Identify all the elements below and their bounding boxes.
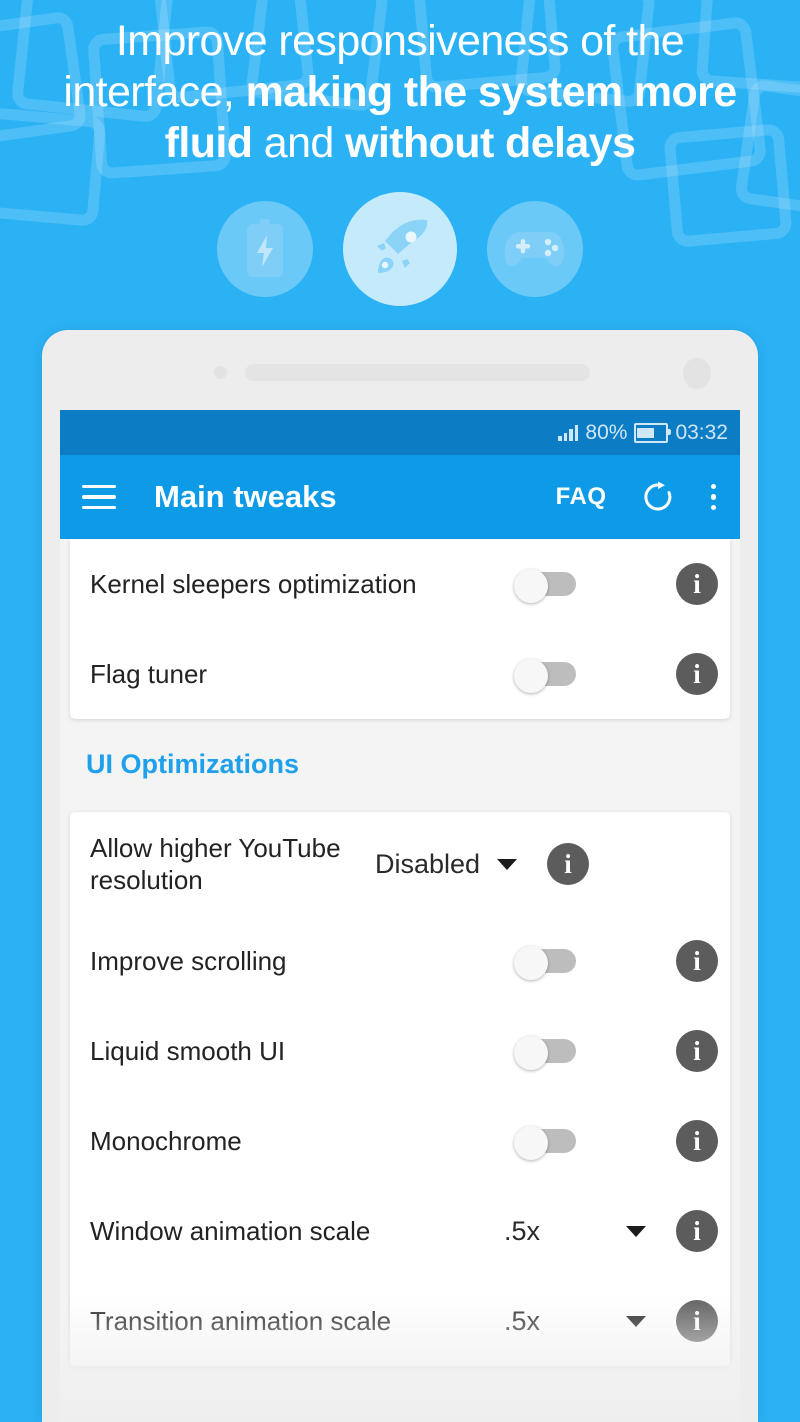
info-button[interactable]: i [547, 843, 589, 885]
info-button[interactable]: i [676, 653, 718, 695]
battery-icon [634, 422, 672, 443]
row-label: Monochrome [90, 1126, 242, 1156]
table-row[interactable]: Kernel sleepers optimization i [70, 539, 730, 629]
toggle-monochrome[interactable] [514, 1126, 576, 1160]
toggle-kernel-sleepers-optimization[interactable] [514, 569, 576, 603]
dropdown-value-youtube-resolution[interactable]: Disabled [375, 849, 480, 880]
sensor-dot-icon [214, 366, 227, 379]
row-label: Window animation scale [90, 1216, 371, 1246]
page-title: Main tweaks [154, 479, 337, 514]
chevron-down-icon[interactable] [626, 1315, 646, 1327]
table-row[interactable]: Flag tuner i [70, 629, 730, 719]
info-button[interactable]: i [676, 1120, 718, 1162]
row-control: .5x [504, 1216, 658, 1247]
feature-badges [0, 192, 800, 306]
signal-bars-icon [558, 424, 579, 441]
front-camera-icon [683, 358, 711, 389]
rocket-icon [367, 216, 433, 282]
row-label: Flag tuner [90, 659, 208, 689]
faq-button[interactable]: FAQ [556, 483, 607, 511]
android-status-bar: 80% 03:32 [60, 410, 740, 455]
hamburger-menu-icon[interactable] [82, 484, 116, 510]
section-title-ui-optimizations: UI Optimizations [86, 749, 300, 779]
table-row[interactable]: Window animation scale .5x i [70, 1186, 730, 1276]
info-button[interactable]: i [676, 1030, 718, 1072]
toggle-flag-tuner[interactable] [514, 659, 576, 693]
earpiece-speaker [245, 364, 590, 381]
headline-line-2: interface, making the system more [63, 68, 737, 116]
battery-icon [243, 219, 287, 279]
more-vertical-icon[interactable] [705, 482, 723, 513]
badge-gamepad [487, 201, 583, 297]
row-control [508, 1126, 658, 1160]
row-control [508, 1036, 658, 1070]
dropdown-value-window-animation-scale[interactable]: .5x [504, 1216, 540, 1247]
refresh-icon[interactable] [641, 480, 675, 514]
phone-screen: 80% 03:32 Main tweaks FAQ Kernel sleeper… [60, 410, 740, 1422]
headline-line-1: Improve responsiveness of the [115, 17, 685, 65]
app-toolbar: Main tweaks FAQ [60, 455, 740, 539]
toggle-improve-scrolling[interactable] [514, 946, 576, 980]
clock-label: 03:32 [675, 420, 728, 444]
phone-mockup: 80% 03:32 Main tweaks FAQ Kernel sleeper… [42, 330, 758, 1422]
row-label: Improve scrolling [90, 946, 287, 976]
info-button[interactable]: i [676, 563, 718, 605]
battery-percent-label: 80% [585, 420, 628, 444]
row-label: Kernel sleepers optimization [90, 569, 417, 599]
row-control: .5x [504, 1306, 658, 1337]
toggle-liquid-smooth-ui[interactable] [514, 1036, 576, 1070]
table-row[interactable]: Liquid smooth UI i [70, 1006, 730, 1096]
row-label: Liquid smooth UI [90, 1036, 286, 1066]
dropdown-value-transition-animation-scale[interactable]: .5x [504, 1306, 540, 1337]
chevron-down-icon[interactable] [626, 1225, 646, 1237]
info-button[interactable]: i [676, 1210, 718, 1252]
ui-optimizations-card: Allow higher YouTube resolution Disabled… [70, 812, 730, 1366]
table-row[interactable]: Transition animation scale .5x i [70, 1276, 730, 1366]
row-control [508, 569, 658, 603]
gamepad-icon [505, 228, 565, 270]
row-control [508, 946, 658, 980]
table-row[interactable]: Allow higher YouTube resolution Disabled… [70, 812, 730, 916]
badge-battery [217, 201, 313, 297]
table-row[interactable]: Improve scrolling i [70, 916, 730, 1006]
badge-rocket [343, 192, 457, 306]
info-button[interactable]: i [676, 940, 718, 982]
row-control [508, 659, 658, 693]
phone-bezel-top [42, 330, 758, 410]
main-tweaks-card: Kernel sleepers optimization i Flag tune… [70, 539, 730, 719]
row-label: Allow higher YouTube resolution [90, 833, 341, 895]
row-label: Transition animation scale [90, 1306, 392, 1336]
info-button[interactable]: i [676, 1300, 718, 1342]
promo-headline: Improve responsiveness of the interface,… [30, 16, 770, 169]
table-row[interactable]: Monochrome i [70, 1096, 730, 1186]
promo-screenshot: Improve responsiveness of the interface,… [0, 0, 800, 1422]
row-control: Disabled [375, 849, 529, 880]
headline-line-3: fluid and without delays [164, 119, 636, 167]
chevron-down-icon[interactable] [497, 858, 517, 870]
